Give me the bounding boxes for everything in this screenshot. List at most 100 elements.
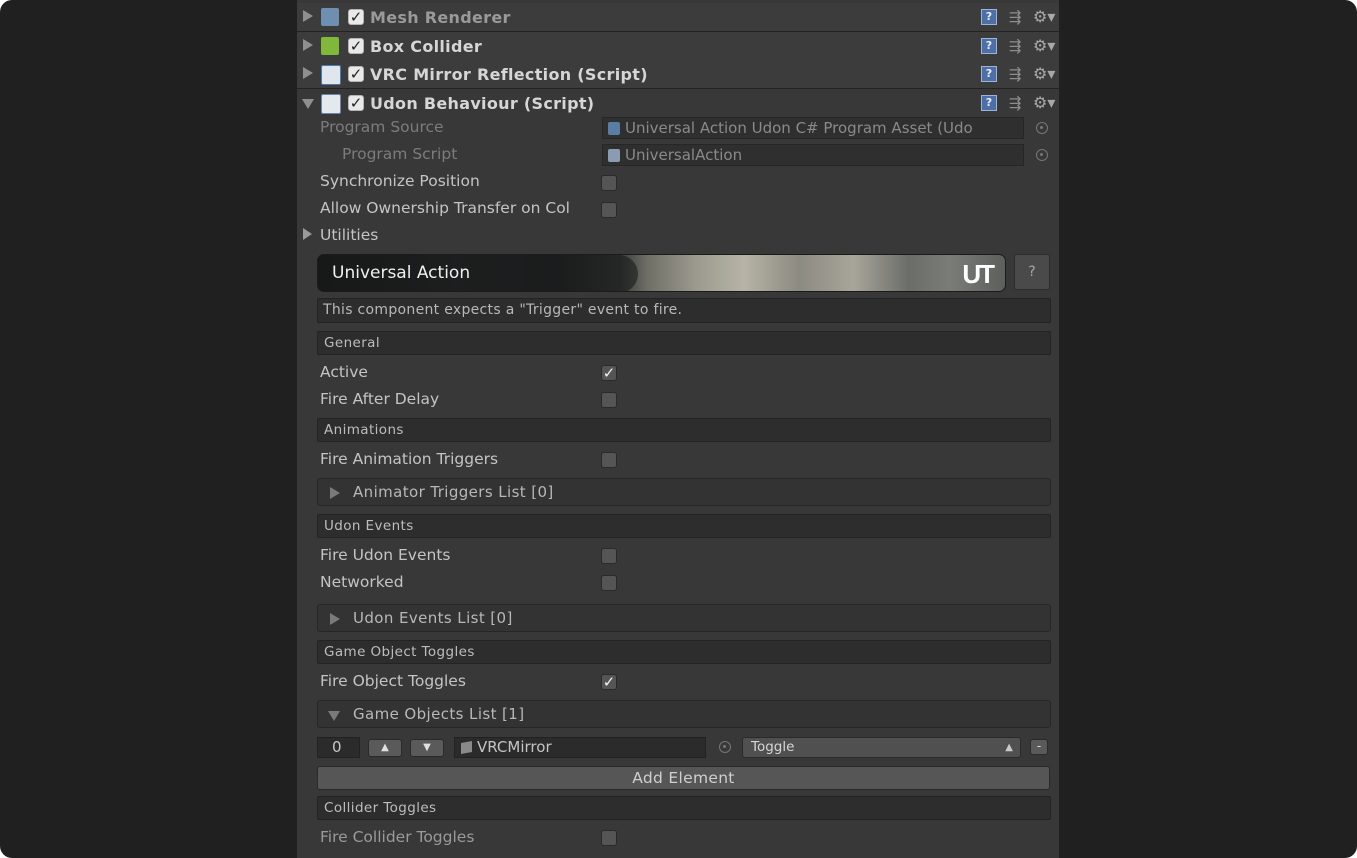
script-file-icon (608, 149, 620, 162)
active-checkbox[interactable]: ✓ (601, 365, 617, 381)
info-text: This component expects a "Trigger" event… (323, 302, 683, 318)
fire-object-toggles-checkbox[interactable]: ✓ (601, 674, 617, 690)
info-box: This component expects a "Trigger" event… (317, 298, 1051, 323)
gear-icon[interactable]: ⚙▾ (1033, 66, 1055, 82)
csharp-script-icon (321, 94, 341, 114)
list-title: Animator Triggers List [0] (353, 483, 554, 501)
ownership-transfer-checkbox[interactable] (601, 202, 617, 218)
networked-label: Networked (320, 573, 404, 591)
utilities-foldout[interactable]: Utilities (320, 226, 378, 244)
gear-icon[interactable]: ⚙▾ (1033, 9, 1055, 25)
add-element-button[interactable]: Add Element (317, 766, 1050, 790)
enabled-checkbox[interactable]: ✓ (348, 38, 364, 54)
toggle-mode-value: Toggle (751, 739, 795, 755)
help-icon[interactable]: ? (981, 95, 997, 111)
fold-arrow-icon[interactable] (303, 10, 313, 22)
banner-title: Universal Action (332, 263, 471, 283)
synchronize-position-label: Synchronize Position (320, 172, 480, 190)
move-up-button[interactable]: ▲ (368, 739, 402, 757)
gear-icon[interactable]: ⚙▾ (1033, 95, 1055, 111)
mesh-renderer-icon (321, 8, 339, 26)
game-object-icon (461, 741, 472, 754)
game-objects-list[interactable]: Game Objects List [1] (317, 700, 1051, 728)
section-header-collider-toggles: Collider Toggles (317, 796, 1051, 820)
box-collider-icon (321, 37, 339, 55)
ut-logo: UT (962, 259, 995, 289)
fire-animation-triggers-checkbox[interactable] (601, 452, 617, 468)
gear-icon[interactable]: ⚙▾ (1033, 38, 1055, 54)
select-arrows-icon: ▲ (1005, 742, 1013, 753)
preset-icon[interactable]: ⇶ (1007, 95, 1023, 111)
move-down-button[interactable]: ▼ (410, 739, 444, 757)
animator-triggers-list[interactable]: Animator Triggers List [0] (317, 478, 1051, 506)
game-object-value: VRCMirror (477, 738, 552, 756)
section-title: Collider Toggles (324, 800, 437, 816)
element-index-field[interactable]: 0 (317, 737, 360, 758)
section-header-udon-events: Udon Events (317, 514, 1051, 538)
list-title: Game Objects List [1] (353, 705, 525, 723)
fold-arrow-icon[interactable] (303, 67, 313, 79)
component-title: Udon Behaviour (Script) (370, 94, 595, 113)
section-title: Game Object Toggles (324, 644, 475, 660)
component-header-vrc-mirror[interactable]: ✓ VRC Mirror Reflection (Script) ? ⇶ ⚙▾ (297, 60, 1059, 89)
fire-animation-triggers-label: Fire Animation Triggers (320, 450, 499, 468)
section-title: General (324, 335, 381, 351)
inspector-panel: ✓ Mesh Renderer ? ⇶ ⚙▾ ✓ Box Collider ? … (297, 0, 1059, 858)
window-frame: ✓ Mesh Renderer ? ⇶ ⚙▾ ✓ Box Collider ? … (0, 0, 1357, 858)
preset-icon[interactable]: ⇶ (1007, 38, 1023, 54)
object-picker-icon[interactable] (1036, 122, 1048, 134)
component-header-box-collider[interactable]: ✓ Box Collider ? ⇶ ⚙▾ (297, 32, 1059, 61)
fold-arrow-icon[interactable] (330, 487, 340, 499)
component-header-udon-behaviour[interactable]: ✓ Udon Behaviour (Script) ? ⇶ ⚙▾ (297, 89, 1059, 117)
fire-object-toggles-label: Fire Object Toggles (320, 672, 466, 690)
fold-arrow-icon[interactable] (302, 99, 314, 109)
udon-asset-icon (608, 122, 620, 135)
fire-udon-events-label: Fire Udon Events (320, 546, 451, 564)
enabled-checkbox[interactable]: ✓ (348, 9, 364, 25)
component-title: VRC Mirror Reflection (Script) (370, 65, 648, 84)
fire-after-delay-label: Fire After Delay (320, 390, 440, 408)
enabled-checkbox[interactable]: ✓ (348, 95, 364, 111)
program-script-field[interactable]: UniversalAction (602, 144, 1024, 166)
object-picker-icon[interactable] (1036, 149, 1048, 161)
fire-udon-events-checkbox[interactable] (601, 548, 617, 564)
section-title: Animations (324, 422, 404, 438)
enabled-checkbox[interactable]: ✓ (348, 66, 364, 82)
program-script-value: UniversalAction (625, 146, 743, 164)
networked-checkbox[interactable] (601, 575, 617, 591)
utilities-fold-arrow-icon[interactable] (303, 228, 312, 240)
program-script-label: Program Script (342, 145, 458, 163)
remove-element-button[interactable]: - (1030, 739, 1048, 755)
ownership-transfer-label: Allow Ownership Transfer on Col (320, 199, 570, 217)
preset-icon[interactable]: ⇶ (1007, 66, 1023, 82)
section-header-general: General (317, 331, 1051, 355)
help-icon[interactable]: ? (981, 38, 997, 54)
toggle-mode-select[interactable]: Toggle ▲ (742, 737, 1021, 758)
fire-after-delay-checkbox[interactable] (601, 392, 617, 408)
section-header-animations: Animations (317, 418, 1051, 442)
program-source-value: Universal Action Udon C# Program Asset (… (625, 119, 973, 137)
script-icon (321, 65, 341, 85)
fire-collider-toggles-label: Fire Collider Toggles (320, 828, 475, 846)
fold-arrow-icon[interactable] (303, 39, 313, 51)
component-header-mesh-renderer[interactable]: ✓ Mesh Renderer ? ⇶ ⚙▾ (297, 3, 1059, 32)
help-icon[interactable]: ? (981, 66, 997, 82)
fire-collider-toggles-checkbox[interactable] (601, 830, 617, 846)
help-button[interactable]: ? (1014, 254, 1050, 290)
section-header-game-object-toggles: Game Object Toggles (317, 640, 1051, 664)
object-picker-icon[interactable] (719, 741, 731, 753)
synchronize-position-checkbox[interactable] (601, 175, 617, 191)
active-label: Active (320, 363, 368, 381)
fold-arrow-icon[interactable] (328, 711, 340, 721)
game-object-field[interactable]: VRCMirror (454, 737, 706, 758)
udon-events-list[interactable]: Udon Events List [0] (317, 604, 1051, 632)
program-source-field[interactable]: Universal Action Udon C# Program Asset (… (602, 117, 1024, 139)
help-icon[interactable]: ? (981, 9, 997, 25)
list-title: Udon Events List [0] (353, 609, 513, 627)
preset-icon[interactable]: ⇶ (1007, 9, 1023, 25)
section-title: Udon Events (324, 518, 414, 534)
program-source-label: Program Source (320, 118, 444, 136)
universal-action-banner: Universal Action UT (317, 254, 1006, 292)
fold-arrow-icon[interactable] (330, 613, 340, 625)
component-title: Box Collider (370, 37, 483, 56)
